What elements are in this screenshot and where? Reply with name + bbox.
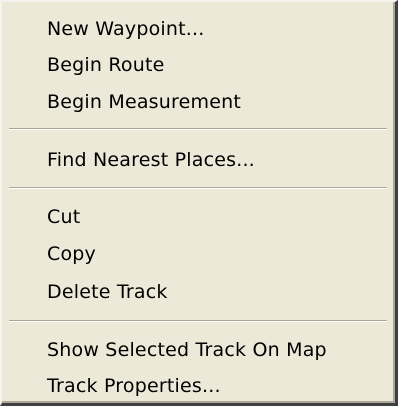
menu-item-delete-track[interactable]: Delete Track	[4, 275, 392, 309]
menu-separator	[9, 128, 387, 130]
menu-separator	[9, 320, 387, 322]
menu-item-find-nearest-places[interactable]: Find Nearest Places...	[4, 143, 392, 177]
menu-item-new-waypoint[interactable]: New Waypoint...	[4, 12, 392, 46]
menu-item-track-properties[interactable]: Track Properties...	[4, 369, 392, 403]
menu-item-show-selected-track-on-map[interactable]: Show Selected Track On Map	[4, 333, 392, 367]
menu-item-begin-route[interactable]: Begin Route	[4, 48, 392, 82]
track-context-menu: New Waypoint... Begin Route Begin Measur…	[0, 0, 398, 406]
menu-item-copy[interactable]: Copy	[4, 237, 392, 271]
menu-item-begin-measurement[interactable]: Begin Measurement	[4, 85, 392, 119]
menu-item-cut[interactable]: Cut	[4, 200, 392, 234]
menu-separator	[9, 187, 387, 189]
